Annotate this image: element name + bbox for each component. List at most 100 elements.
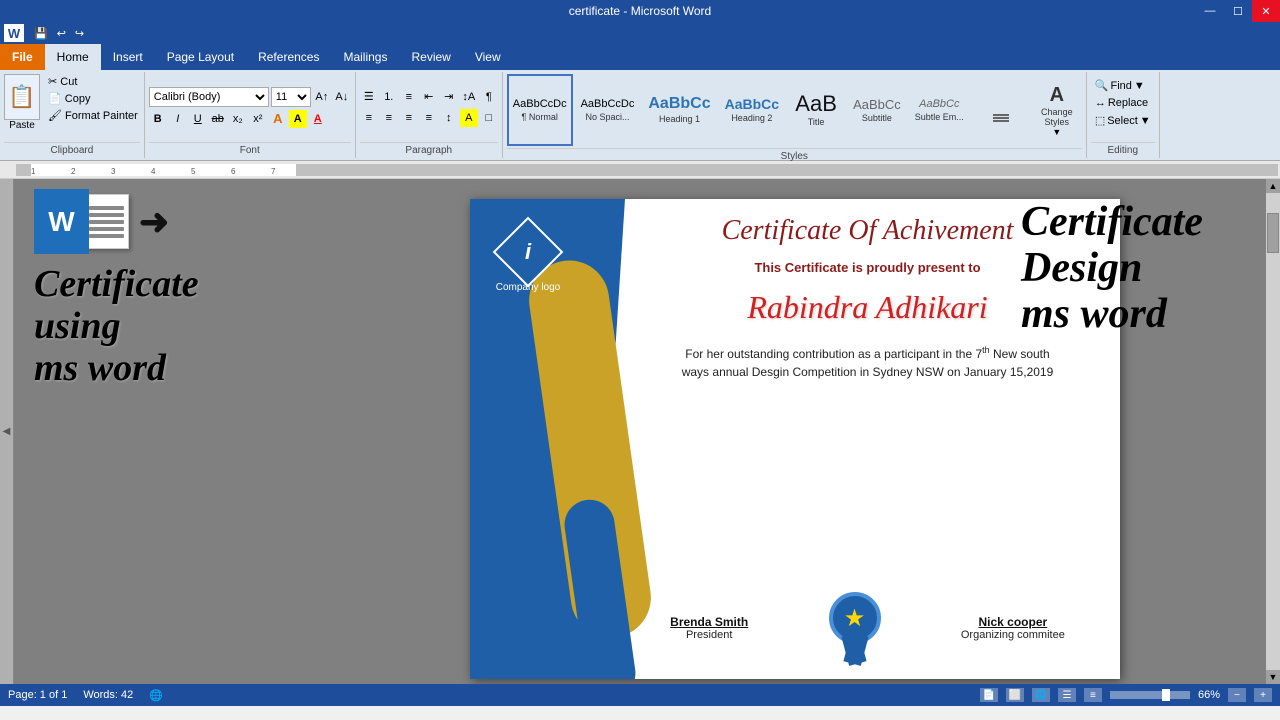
cert-signatures: Brenda Smith President ★ Nick cooper [630, 592, 1105, 664]
status-bar: Page: 1 of 1 Words: 42 🌐 📄 ⬜ 🌐 ☰ ≡ 66% −… [0, 684, 1280, 706]
find-button[interactable]: 🔍 Find ▼ [1091, 78, 1155, 93]
style-more[interactable] [972, 74, 1030, 146]
tab-home[interactable]: Home [45, 44, 101, 70]
zoom-out-button[interactable]: − [1228, 688, 1246, 702]
underline-button[interactable]: U [189, 110, 207, 128]
subscript-button[interactable]: x₂ [229, 110, 247, 128]
tab-file[interactable]: File [0, 44, 45, 70]
multilevel-button[interactable]: ≡ [400, 88, 418, 106]
style-subtle-emphasis[interactable]: AaBbCc Subtle Em... [909, 74, 970, 146]
style-title[interactable]: AaB Title [787, 74, 845, 146]
redo-qat-button[interactable]: ↪ [72, 26, 87, 41]
borders-button[interactable]: □ [480, 109, 498, 127]
overlay-left-title: Certificate using ms word [34, 264, 324, 389]
format-painter-button[interactable]: 🖌 Format Painter [46, 108, 140, 123]
print-layout-view-button[interactable]: 📄 [980, 688, 998, 702]
replace-button[interactable]: ↔ Replace [1091, 96, 1155, 110]
scroll-track[interactable] [1266, 193, 1280, 670]
scroll-down-button[interactable]: ▼ [1266, 670, 1280, 684]
scroll-thumb[interactable] [1267, 213, 1279, 253]
cut-button[interactable]: ✂ Cut [46, 74, 140, 89]
style-subtitle-label: Subtitle [862, 113, 892, 123]
cert-signer1-name: Brenda Smith [670, 615, 748, 629]
document-lines-icon [84, 194, 129, 249]
bullets-button[interactable]: ☰ [360, 88, 378, 106]
full-screen-view-button[interactable]: ⬜ [1006, 688, 1024, 702]
main-area: ◀ W ➜ Certificate using m [0, 179, 1280, 684]
bold-button[interactable]: B [149, 110, 167, 128]
maximize-button[interactable]: ☐ [1224, 0, 1252, 22]
zoom-thumb[interactable] [1162, 689, 1170, 701]
style-normal[interactable]: AaBbCcDc ¶ Normal [507, 74, 573, 146]
grow-font-button[interactable]: A↑ [313, 88, 331, 106]
sort-button[interactable]: ↕A [460, 88, 478, 106]
style-subtitle[interactable]: AaBbCc Subtitle [847, 74, 907, 146]
cert-logo-i: i [525, 239, 531, 265]
editing-group-label: Editing [1091, 142, 1155, 156]
style-heading1[interactable]: AaBbCc Heading 1 [642, 74, 716, 146]
arrow-right-icon: ➜ [139, 201, 169, 243]
tab-view[interactable]: View [463, 44, 513, 70]
italic-button[interactable]: I [169, 110, 187, 128]
word-app-icon: W [34, 189, 89, 254]
outline-view-button[interactable]: ☰ [1058, 688, 1076, 702]
highlight-button[interactable]: A [289, 110, 307, 128]
align-right-button[interactable]: ≡ [400, 109, 418, 127]
cert-description: For her outstanding contribution as a pa… [672, 344, 1064, 381]
undo-qat-button[interactable]: ↩ [54, 26, 69, 41]
document-area[interactable]: W ➜ Certificate using ms word Cert [14, 179, 1266, 684]
font-size-select[interactable]: 11 [271, 87, 311, 107]
style-subtle-emphasis-preview: AaBbCc [919, 99, 959, 110]
styles-group-label: Styles [507, 148, 1082, 162]
sidebar-toggle-button[interactable]: ◀ [1, 426, 13, 438]
superscript-button[interactable]: x² [249, 110, 267, 128]
copy-button[interactable]: 📄 Copy [46, 91, 140, 106]
left-sidebar: ◀ [0, 179, 14, 684]
style-subtitle-preview: AaBbCc [853, 98, 901, 111]
font-color-button[interactable]: A [309, 110, 327, 128]
paste-icon: 📋 [4, 74, 40, 120]
font-family-select[interactable]: Calibri (Body) [149, 87, 269, 107]
close-button[interactable]: ✕ [1252, 0, 1280, 22]
tab-page-layout[interactable]: Page Layout [155, 44, 246, 70]
web-layout-view-button[interactable]: 🌐 [1032, 688, 1050, 702]
shading-button[interactable]: A [460, 109, 478, 127]
zoom-level: 66% [1198, 689, 1220, 701]
scroll-up-button[interactable]: ▲ [1266, 179, 1280, 193]
decrease-indent-button[interactable]: ⇤ [420, 88, 438, 106]
style-title-preview: AaB [795, 93, 837, 115]
medal-star-icon: ★ [844, 604, 866, 633]
select-button[interactable]: ⬚ Select ▼ [1091, 113, 1155, 128]
draft-view-button[interactable]: ≡ [1084, 688, 1102, 702]
text-effects-button[interactable]: A [269, 110, 287, 128]
style-heading2[interactable]: AaBbCc Heading 2 [719, 74, 785, 146]
paste-button[interactable]: 📋 Paste [4, 74, 40, 131]
cert-medal: ★ [829, 592, 881, 664]
strikethrough-button[interactable]: ab [209, 110, 227, 128]
show-hide-button[interactable]: ¶ [480, 88, 498, 106]
zoom-slider[interactable] [1110, 691, 1190, 699]
align-center-button[interactable]: ≡ [380, 109, 398, 127]
justify-button[interactable]: ≡ [420, 109, 438, 127]
save-qat-button[interactable]: 💾 [31, 26, 51, 41]
shrink-font-button[interactable]: A↓ [333, 88, 351, 106]
language-indicator: 🌐 [149, 689, 163, 702]
line-spacing-button[interactable]: ↕ [440, 109, 458, 127]
page-info: Page: 1 of 1 [8, 689, 67, 701]
zoom-in-button[interactable]: + [1254, 688, 1272, 702]
style-no-spacing[interactable]: AaBbCcDc No Spaci... [575, 74, 641, 146]
style-heading2-label: Heading 2 [731, 113, 772, 123]
minimize-button[interactable]: — [1196, 0, 1224, 22]
align-left-button[interactable]: ≡ [360, 109, 378, 127]
tab-references[interactable]: References [246, 44, 331, 70]
change-styles-button[interactable]: A ChangeStyles ▼ [1032, 82, 1082, 139]
tab-review[interactable]: Review [399, 44, 462, 70]
tab-mailings[interactable]: Mailings [331, 44, 399, 70]
vertical-scrollbar[interactable]: ▲ ▼ [1266, 179, 1280, 684]
clipboard-group: 📋 Paste ✂ Cut 📄 Copy 🖌 Format Painter Cl… [0, 72, 145, 158]
numbering-button[interactable]: 1. [380, 88, 398, 106]
cert-present-text: This Certificate is proudly present to [754, 260, 980, 275]
paragraph-group-label: Paragraph [360, 142, 498, 156]
tab-insert[interactable]: Insert [101, 44, 155, 70]
increase-indent-button[interactable]: ⇥ [440, 88, 458, 106]
